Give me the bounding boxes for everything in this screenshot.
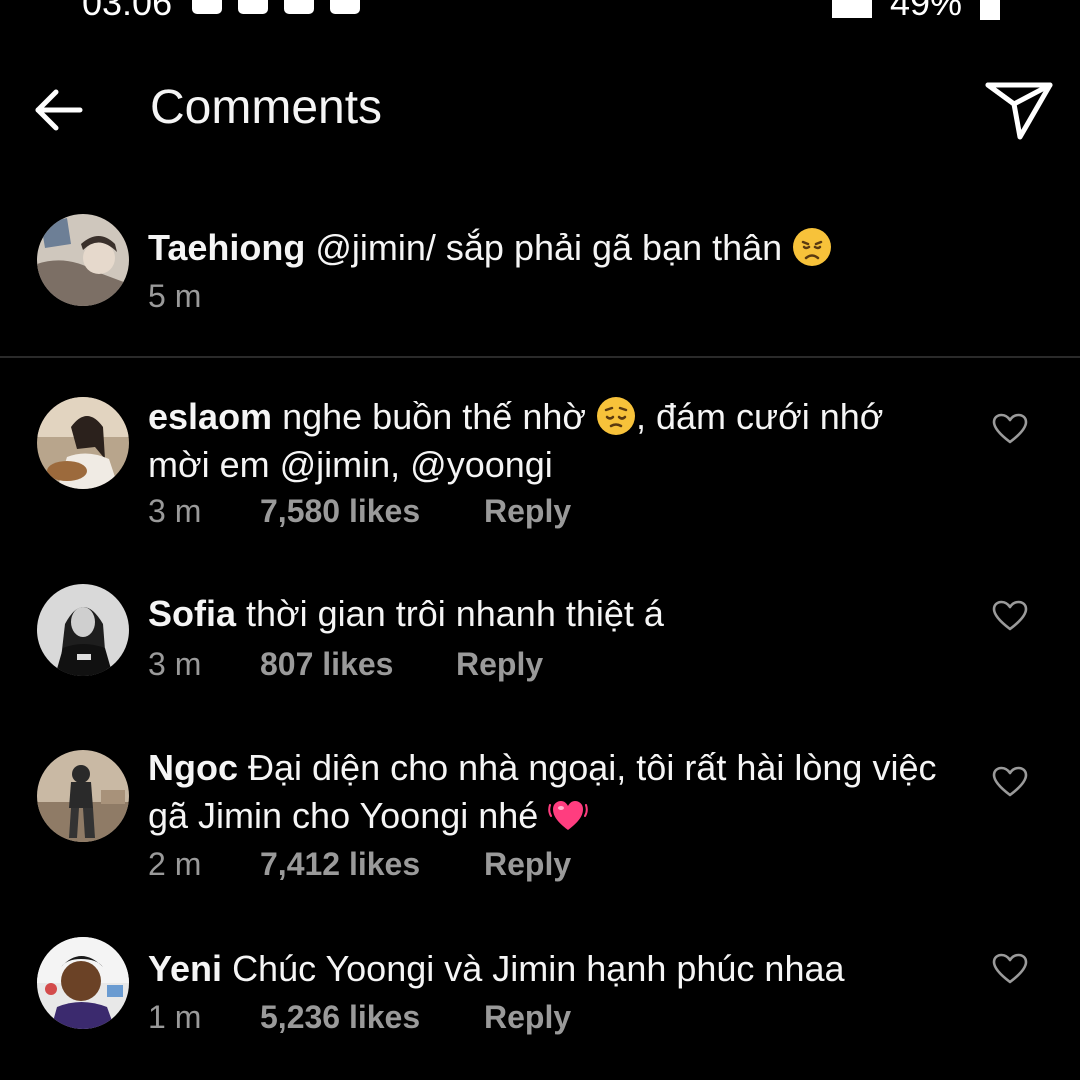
like-heart-icon[interactable] — [992, 766, 1028, 798]
back-button[interactable] — [30, 82, 86, 138]
reply-button[interactable]: Reply — [484, 493, 571, 530]
arrow-left-icon — [35, 89, 83, 131]
beating-heart-emoji — [548, 801, 589, 830]
avatar[interactable] — [37, 584, 129, 676]
divider — [0, 356, 1080, 358]
avatar[interactable] — [37, 214, 129, 306]
avatar[interactable] — [37, 937, 129, 1029]
reply-button[interactable]: Reply — [484, 999, 571, 1036]
username[interactable]: Sofia — [148, 593, 236, 634]
comment-text: Đại diện cho nhà ngoại, tôi rất hài lòng… — [148, 747, 937, 836]
system-status: 49% — [831, 0, 1000, 20]
timestamp: 2 m — [148, 846, 202, 882]
page-title: Comments — [150, 81, 383, 134]
status-bar: 03:06 49% — [0, 0, 1080, 20]
disappointed-face-emoji — [793, 228, 832, 266]
comment-text-block: Ngoc Đại diện cho nhà ngoại, tôi rất hài… — [148, 744, 948, 840]
timestamp: 1 m — [148, 999, 202, 1035]
like-heart-icon[interactable] — [992, 413, 1028, 445]
likes-count[interactable]: 7,580 likes — [260, 493, 484, 530]
username[interactable]: Ngoc — [148, 747, 238, 788]
battery-percent: 49% — [890, 0, 962, 20]
comment-text: thời gian trôi nhanh thiệt á — [246, 593, 664, 634]
caption-meta: 5 m — [148, 278, 201, 315]
battery-icon — [980, 0, 1000, 20]
notification-icons — [192, 0, 360, 14]
paper-plane-icon — [985, 82, 1053, 140]
username[interactable]: eslaom — [148, 396, 272, 437]
youtube-icon — [238, 0, 268, 14]
comment-meta: 1 m 5,236 likes Reply — [148, 999, 571, 1036]
reply-button[interactable]: Reply — [484, 846, 571, 883]
timestamp: 5 m — [148, 278, 202, 314]
likes-count[interactable]: 807 likes — [260, 646, 456, 683]
status-time: 03:06 — [82, 0, 172, 20]
caption-text: Taehiong @jimin/ sắp phải gã bạn thân — [148, 224, 948, 272]
message-icon — [284, 0, 314, 14]
comment-text-block: Sofia thời gian trôi nhanh thiệt á — [148, 590, 948, 638]
signal-icon — [831, 0, 872, 18]
reply-button[interactable]: Reply — [456, 646, 543, 683]
header: Comments — [0, 60, 1080, 160]
comment-meta: 2 m 7,412 likes Reply — [148, 846, 571, 883]
gallery-icon — [330, 0, 360, 14]
like-heart-icon[interactable] — [992, 600, 1028, 632]
comment-text-block: Yeni Chúc Yoongi và Jimin hạnh phúc nhaa — [148, 945, 948, 993]
comment-text-block: eslaom nghe buồn thế nhờ , đám cưới nhớ … — [148, 393, 948, 489]
likes-count[interactable]: 5,236 likes — [260, 999, 484, 1036]
comment-meta: 3 m 7,580 likes Reply — [148, 493, 571, 530]
like-heart-icon[interactable] — [992, 953, 1028, 985]
likes-count[interactable]: 7,412 likes — [260, 846, 484, 883]
avatar[interactable] — [37, 750, 129, 842]
avatar[interactable] — [37, 397, 129, 489]
username[interactable]: Yeni — [148, 948, 222, 989]
comment-meta: 3 m 807 likes Reply — [148, 646, 543, 683]
timestamp: 3 m — [148, 493, 202, 529]
send-button[interactable] — [984, 80, 1054, 142]
username[interactable]: Taehiong — [148, 227, 305, 268]
timestamp: 3 m — [148, 646, 202, 682]
pensive-face-emoji — [596, 397, 635, 435]
comment-text: Chúc Yoongi và Jimin hạnh phúc nhaa — [232, 948, 845, 989]
comment-text: @jimin/ sắp phải gã bạn thân — [315, 227, 783, 268]
comment-text: nghe buồn thế nhờ — [282, 396, 586, 437]
notification-icon — [192, 0, 222, 14]
